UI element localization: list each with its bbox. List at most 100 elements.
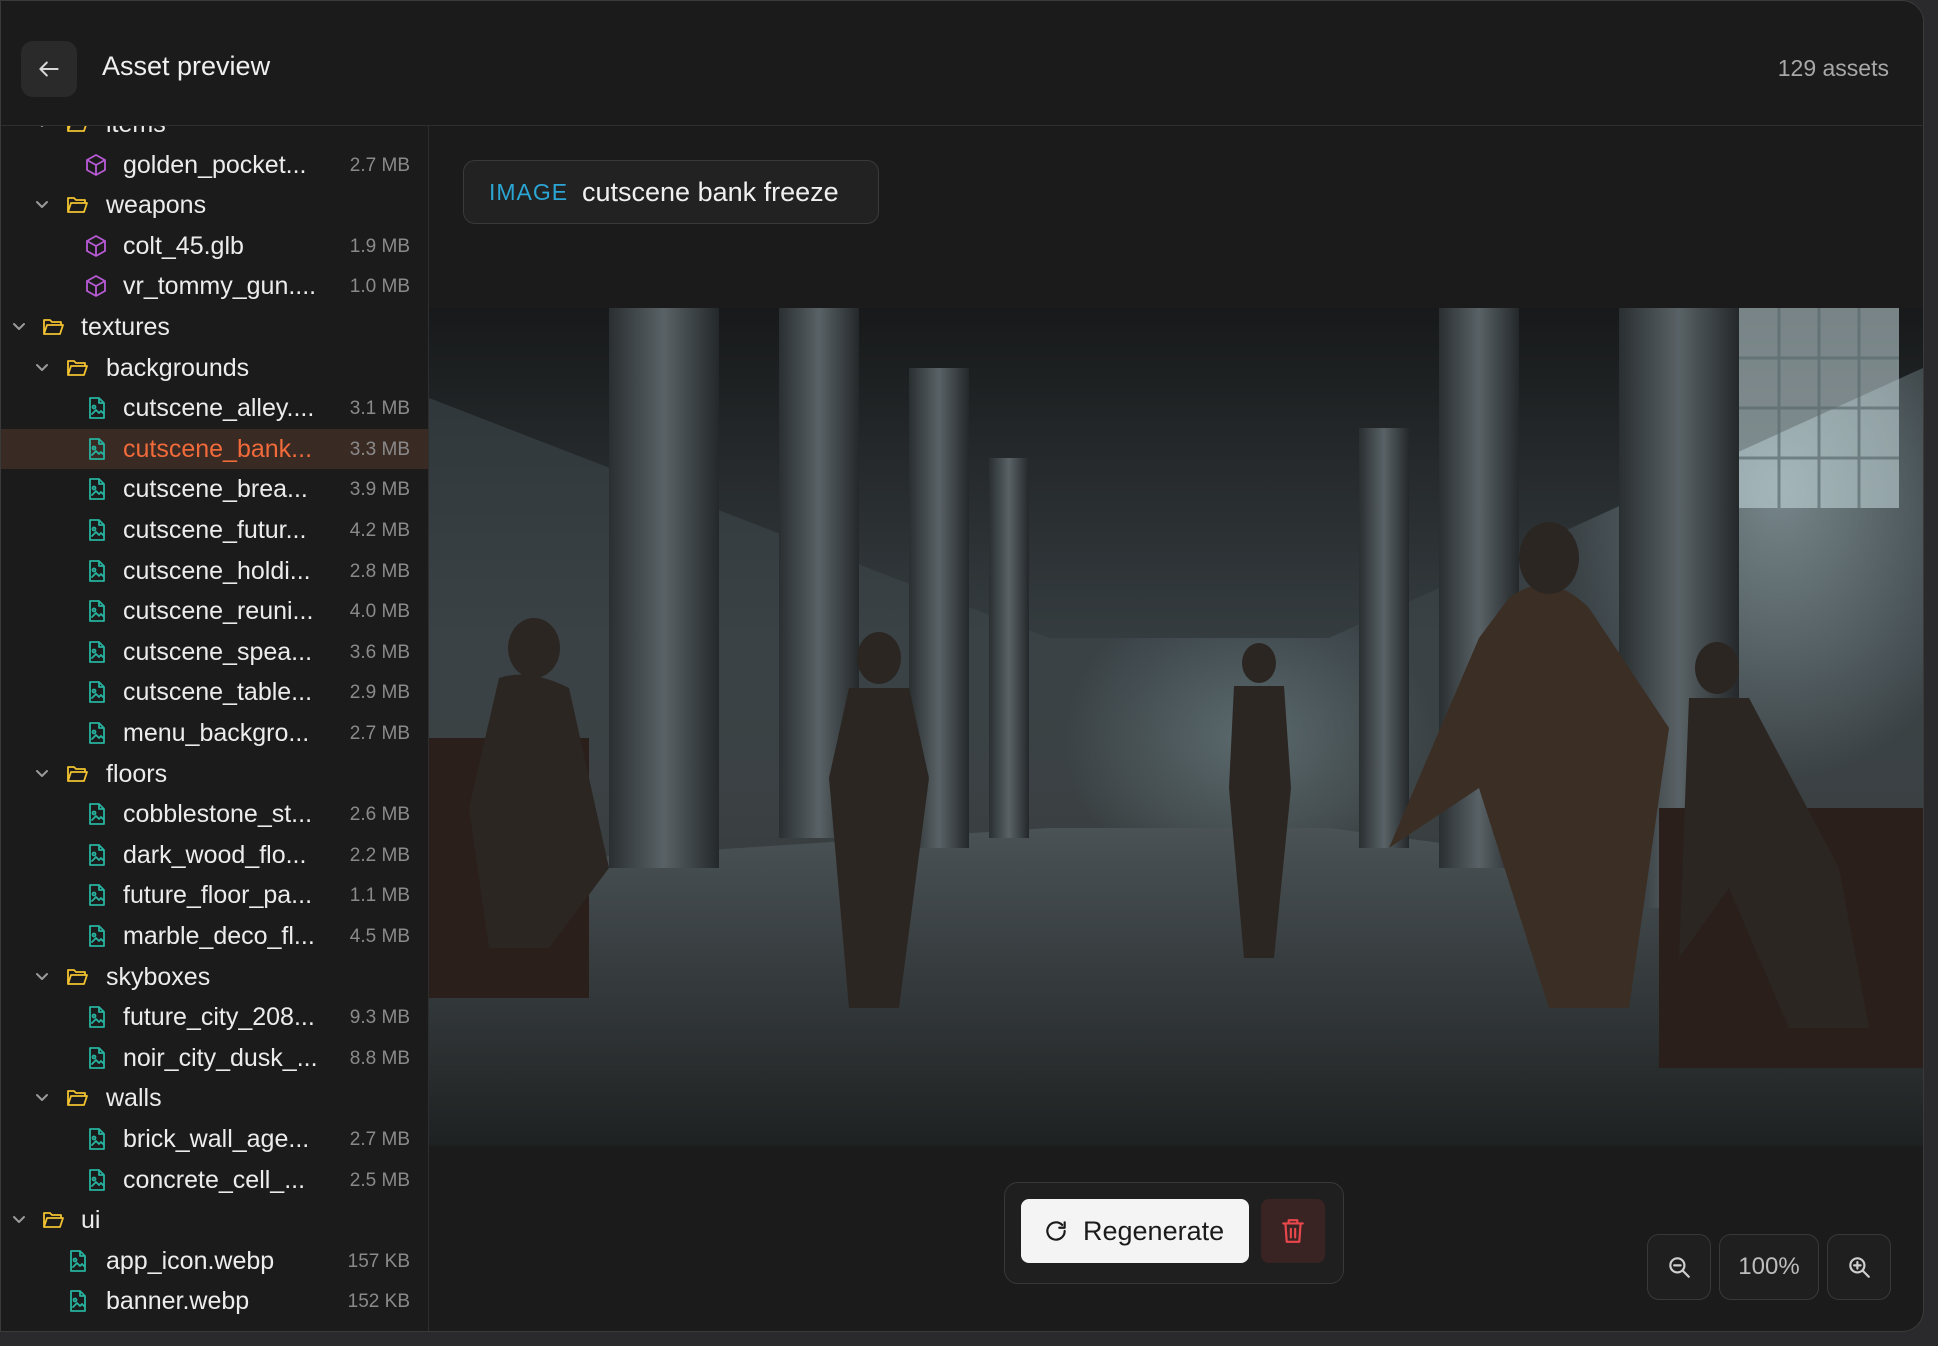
chevron-down-icon[interactable] bbox=[32, 195, 52, 215]
cube-icon bbox=[86, 153, 106, 176]
tree-item-label: cutscene_alley.... bbox=[123, 394, 315, 423]
chevron-down-icon[interactable] bbox=[32, 764, 52, 784]
app-window: Asset preview 129 assets items golden_poc… bbox=[0, 0, 1924, 1332]
file-item[interactable]: banner.webp 152 KB bbox=[1, 1281, 428, 1321]
file-size: 9.3 MB bbox=[349, 1007, 410, 1029]
file-size: 3.1 MB bbox=[349, 398, 410, 420]
asset-type-badge: IMAGE bbox=[489, 179, 569, 205]
image-file-icon bbox=[89, 925, 105, 947]
tree-item-label: marble_deco_fl... bbox=[123, 922, 315, 950]
file-item[interactable]: future_floor_pa... 1.1 MB bbox=[1, 875, 428, 915]
file-item[interactable]: cutscene_brea... 3.9 MB bbox=[1, 469, 428, 509]
tree-item-label: concrete_cell_... bbox=[123, 1165, 306, 1194]
file-size: 1.1 MB bbox=[349, 885, 410, 907]
folder-item[interactable]: skyboxes bbox=[1, 957, 428, 997]
folder-item[interactable]: floors bbox=[1, 754, 428, 794]
file-item[interactable]: golden_pocket... 2.7 MB bbox=[1, 145, 428, 185]
file-item[interactable]: future_city_208... 9.3 MB bbox=[1, 997, 428, 1037]
file-size: 2.7 MB bbox=[349, 1129, 410, 1150]
tree-item-label: cutscene_spea... bbox=[123, 637, 313, 666]
image-file-icon bbox=[89, 397, 105, 420]
file-item[interactable]: cutscene_spea... 3.6 MB bbox=[1, 632, 428, 672]
back-button[interactable] bbox=[21, 41, 77, 97]
arrow-left-icon bbox=[39, 61, 59, 77]
tree-item-label: banner.webp bbox=[106, 1287, 250, 1316]
folder-item[interactable]: textures bbox=[1, 307, 428, 347]
file-size: 2.7 MB bbox=[349, 154, 410, 176]
image-file-icon bbox=[70, 1290, 86, 1313]
chevron-down-icon[interactable] bbox=[32, 358, 52, 378]
folder-open-icon bbox=[67, 968, 88, 985]
file-size: 8.8 MB bbox=[349, 1047, 410, 1069]
file-item[interactable]: concrete_cell_... 2.5 MB bbox=[1, 1160, 428, 1200]
tree-item-label: cutscene_holdi... bbox=[123, 556, 311, 585]
folder-item[interactable]: backgrounds bbox=[1, 348, 428, 388]
folder-item[interactable]: ui bbox=[1, 1200, 428, 1240]
file-item[interactable]: dark_wood_flo... 2.2 MB bbox=[1, 835, 428, 875]
file-item[interactable]: cutscene_bank... 3.3 MB bbox=[1, 428, 428, 469]
trash-icon bbox=[1282, 1219, 1304, 1243]
image-file-icon bbox=[89, 600, 105, 623]
file-item[interactable]: cobblestone_st... 2.6 MB bbox=[1, 794, 428, 834]
zoom-in-button[interactable] bbox=[1827, 1234, 1891, 1300]
tree-item-label: backgrounds bbox=[106, 353, 250, 382]
image-file-icon bbox=[89, 559, 105, 582]
tree-item-label: cobblestone_st... bbox=[123, 800, 313, 829]
tree-item-label: vr_tommy_gun.... bbox=[123, 272, 317, 301]
file-size: 157 KB bbox=[347, 1250, 410, 1272]
tree-item-label: future_city_208... bbox=[123, 1003, 315, 1032]
page-title: Asset preview bbox=[102, 51, 271, 81]
file-item[interactable]: vr_tommy_gun.... 1.0 MB bbox=[1, 266, 428, 306]
regenerate-button[interactable]: Regenerate bbox=[1021, 1199, 1249, 1263]
file-item[interactable]: brick_wall_age... 2.7 MB bbox=[1, 1119, 428, 1159]
tree-item-label: menu_backgro... bbox=[123, 719, 310, 747]
file-item[interactable]: noir_city_dusk_... 8.8 MB bbox=[1, 1038, 428, 1078]
folder-open-icon bbox=[67, 1090, 88, 1107]
file-item[interactable]: cutscene_reuni... 4.0 MB bbox=[1, 591, 428, 631]
image-file-icon bbox=[89, 1046, 105, 1069]
file-size: 1.0 MB bbox=[349, 276, 410, 298]
file-size: 4.2 MB bbox=[349, 520, 410, 541]
tree-item-label: cutscene_brea... bbox=[123, 475, 308, 504]
image-preview[interactable] bbox=[429, 308, 1923, 1146]
chevron-down-icon[interactable] bbox=[32, 1088, 52, 1108]
file-size: 3.9 MB bbox=[349, 479, 410, 501]
file-item[interactable]: cutscene_table... 2.9 MB bbox=[1, 672, 428, 712]
file-item[interactable]: cutscene_holdi... 2.8 MB bbox=[1, 551, 428, 591]
tree-item-label: ui bbox=[81, 1206, 101, 1235]
file-item[interactable]: cutscene_alley.... 3.1 MB bbox=[1, 388, 428, 428]
chevron-down-icon[interactable] bbox=[9, 1210, 29, 1230]
refresh-icon bbox=[1046, 1221, 1066, 1241]
image-file-icon bbox=[89, 519, 105, 541]
folder-item[interactable]: walls bbox=[1, 1078, 428, 1118]
file-item[interactable]: marble_deco_fl... 4.5 MB bbox=[1, 916, 428, 956]
file-size: 3.3 MB bbox=[349, 438, 410, 460]
preview-panel: IMAGE cutscene bank freeze Regenerate 10… bbox=[429, 126, 1923, 1331]
chevron-down-icon[interactable] bbox=[9, 317, 29, 337]
zoom-out-button[interactable] bbox=[1647, 1234, 1711, 1300]
regenerate-label: Regenerate bbox=[1083, 1216, 1225, 1246]
image-file-icon bbox=[89, 478, 105, 501]
folder-item[interactable]: weapons bbox=[1, 185, 428, 225]
file-item[interactable]: colt_45.glb 1.9 MB bbox=[1, 226, 428, 266]
folder-item[interactable]: items bbox=[1, 126, 428, 144]
tree-item-label: noir_city_dusk_... bbox=[123, 1043, 318, 1072]
delete-button[interactable] bbox=[1261, 1199, 1325, 1263]
file-size: 4.0 MB bbox=[349, 601, 410, 623]
chevron-down-icon[interactable] bbox=[32, 967, 52, 987]
tree-item-label: cutscene_reuni... bbox=[123, 597, 314, 626]
tree-item-label: cutscene_futur... bbox=[123, 516, 307, 544]
file-size: 2.8 MB bbox=[349, 560, 410, 582]
tree-item-label: dark_wood_flo... bbox=[123, 840, 307, 869]
file-item[interactable]: menu_backgro... 2.7 MB bbox=[1, 713, 428, 753]
image-file-icon bbox=[89, 681, 105, 704]
zoom-level-text: 100% bbox=[1738, 1253, 1800, 1280]
folder-open-icon bbox=[43, 319, 64, 335]
tree-item-label: skyboxes bbox=[106, 962, 211, 991]
file-item[interactable]: app_icon.webp 157 KB bbox=[1, 1241, 428, 1281]
image-file-icon bbox=[89, 640, 105, 663]
file-item[interactable]: cutscene_futur... 4.2 MB bbox=[1, 510, 428, 550]
tree-item-label: golden_pocket... bbox=[123, 150, 307, 179]
file-size: 152 KB bbox=[347, 1291, 410, 1313]
chevron-down-icon[interactable] bbox=[32, 126, 52, 134]
